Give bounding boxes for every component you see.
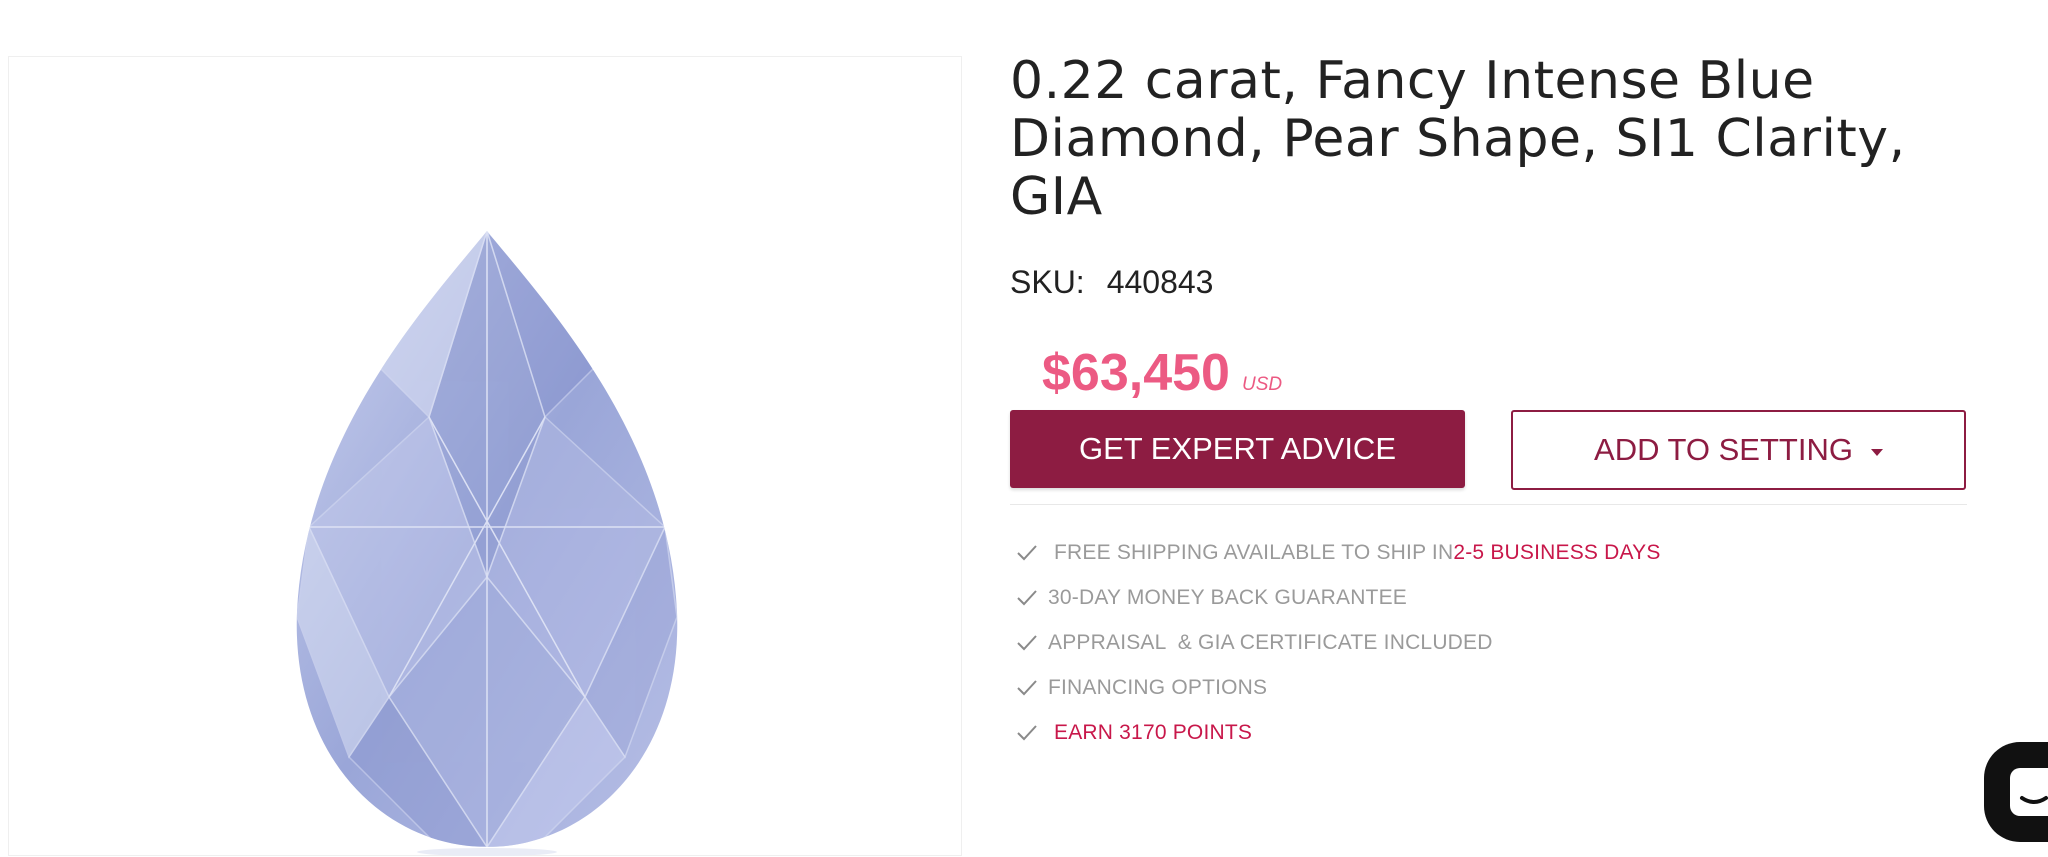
shipping-days-link[interactable]: 2-5 BUSINESS DAYS — [1453, 541, 1660, 565]
product-title: 0.22 carat, Fancy Intense Blue Diamond, … — [1010, 51, 1906, 227]
points-text: EARN 3170 POINTS — [1054, 720, 1253, 744]
check-icon — [1017, 544, 1037, 560]
guarantee-text: 30-DAY MONEY BACK GUARANTEE — [1048, 585, 1407, 609]
add-to-setting-button[interactable]: ADD TO SETTING — [1511, 410, 1966, 490]
product-info: 0.22 carat, Fancy Intense Blue Diamond, … — [1010, 51, 1970, 505]
check-icon — [1017, 589, 1037, 605]
action-buttons: GET EXPERT ADVICE ADD TO SETTING — [1010, 410, 1970, 490]
benefits-list: FREE SHIPPING AVAILABLE TO SHIP IN 2-5 B… — [1016, 530, 1661, 755]
benefit-financing: FINANCING OPTIONS — [1016, 665, 1661, 710]
caret-down-icon — [1870, 448, 1883, 456]
benefit-appraisal: APPRAISAL & GIA CERTIFICATE INCLUDED — [1016, 620, 1661, 665]
benefit-guarantee: 30-DAY MONEY BACK GUARANTEE — [1016, 575, 1661, 620]
chat-icon — [2010, 768, 2048, 816]
check-icon — [1017, 724, 1037, 740]
diamond-image — [296, 231, 678, 856]
appraisal-text: APPRAISAL & GIA CERTIFICATE INCLUDED — [1048, 630, 1493, 654]
chat-button[interactable] — [1984, 742, 2048, 842]
financing-text: FINANCING OPTIONS — [1048, 675, 1268, 699]
shipping-text: FREE SHIPPING AVAILABLE TO SHIP IN — [1054, 540, 1454, 564]
get-expert-advice-button[interactable]: GET EXPERT ADVICE — [1010, 410, 1465, 488]
check-icon — [1017, 679, 1037, 695]
benefit-shipping: FREE SHIPPING AVAILABLE TO SHIP IN 2-5 B… — [1016, 530, 1661, 575]
sku-label: SKU: — [1010, 264, 1085, 300]
currency-label: USD — [1241, 374, 1283, 395]
sku-row: SKU: 440843 — [1010, 264, 1970, 301]
price: $63,450 — [1042, 344, 1230, 402]
benefit-points: EARN 3170 POINTS — [1016, 710, 1661, 755]
sku-value: 440843 — [1106, 264, 1214, 300]
add-to-setting-label: ADD TO SETTING — [1594, 432, 1853, 467]
divider — [1010, 504, 1967, 505]
price-row: $63,450 USD — [1042, 343, 1970, 403]
check-icon — [1017, 634, 1037, 650]
product-image-panel[interactable] — [8, 56, 962, 856]
